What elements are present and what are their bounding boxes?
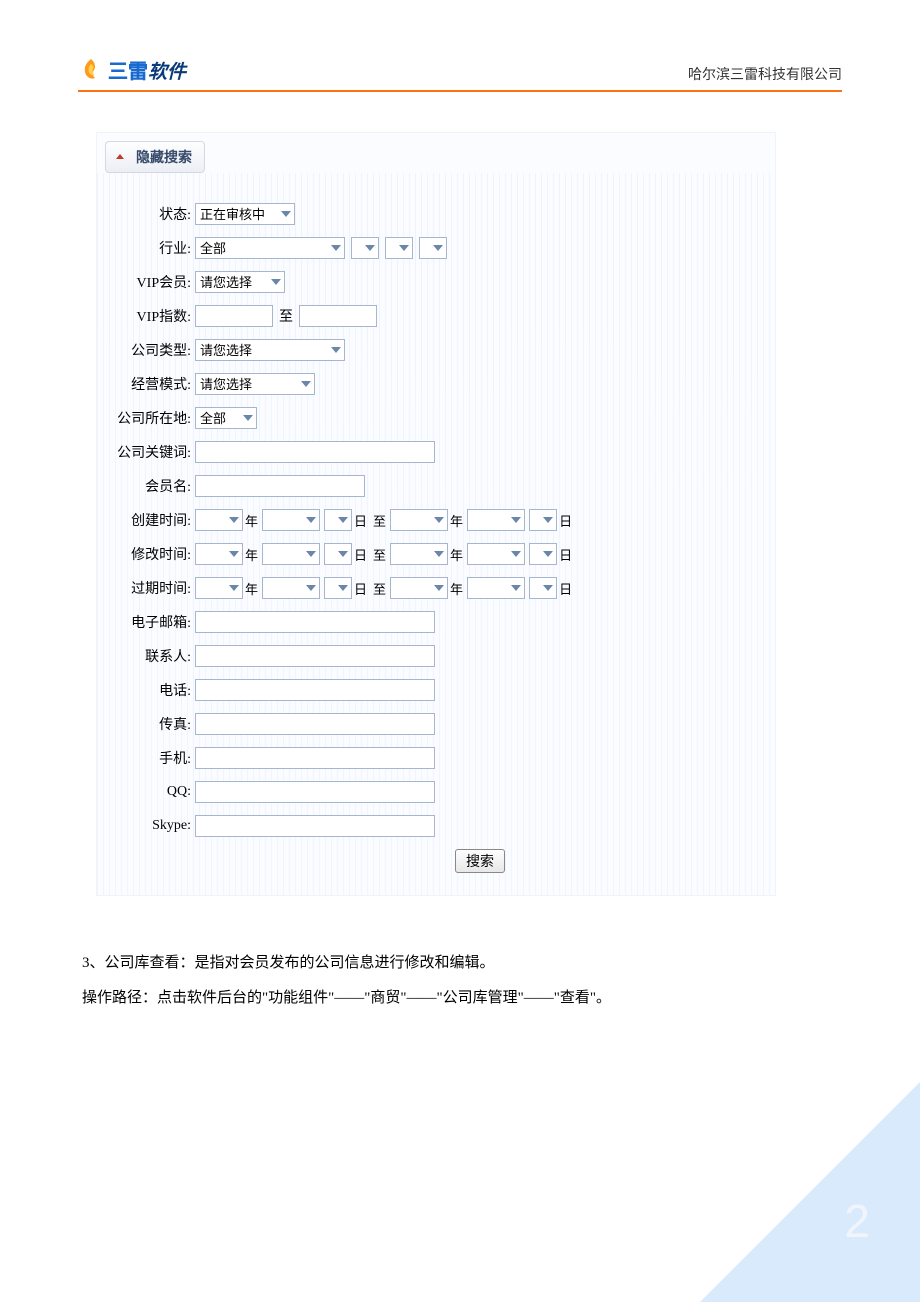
chevron-up-icon (114, 151, 126, 163)
qq-input[interactable] (195, 781, 435, 803)
row-company-kw: 公司关键词: (107, 441, 765, 463)
row-status: 状态: 正在审核中 (107, 203, 765, 225)
paragraph-1: 3、公司库查看：是指对会员发布的公司信息进行修改和编辑。 (82, 946, 842, 981)
phone-input[interactable] (195, 679, 435, 701)
biz-model-select[interactable]: 请您选择 (195, 373, 315, 395)
qq-label: QQ: (107, 784, 195, 800)
industry-select-2[interactable] (351, 237, 379, 259)
logo: 三雷软件 (78, 55, 186, 84)
row-expire-time: 过期时间: 年 日 至 年 日 (107, 577, 765, 599)
expire-from-year[interactable] (195, 577, 243, 599)
row-create-time: 创建时间: 年 日 至 年 日 (107, 509, 765, 531)
modify-from-month[interactable] (262, 543, 320, 565)
company-kw-label: 公司关键词: (107, 442, 195, 462)
vip-member-label: VIP会员: (107, 272, 195, 292)
row-industry: 行业: 全部 (107, 237, 765, 259)
create-time-label: 创建时间: (107, 510, 195, 530)
phone-label: 电话: (107, 680, 195, 700)
row-vip-index: VIP指数: 至 (107, 305, 765, 327)
industry-select-1[interactable]: 全部 (195, 237, 345, 259)
form-body: 状态: 正在审核中 行业: 全部 VIP会员: 请您选择 VIP指数: 至 (97, 173, 775, 895)
status-select[interactable]: 正在审核中 (195, 203, 295, 225)
email-input[interactable] (195, 611, 435, 633)
logo-text-main: 三雷软件 (108, 55, 186, 84)
company-name: 哈尔滨三雷科技有限公司 (688, 64, 842, 84)
row-phone: 电话: (107, 679, 765, 701)
status-label: 状态: (107, 204, 195, 224)
corner-triangle (700, 1082, 920, 1302)
mobile-input[interactable] (195, 747, 435, 769)
modify-to-day[interactable] (529, 543, 557, 565)
industry-select-4[interactable] (419, 237, 447, 259)
create-to-day[interactable] (529, 509, 557, 531)
create-to-month[interactable] (467, 509, 525, 531)
member-name-label: 会员名: (107, 476, 195, 496)
create-to-year[interactable] (390, 509, 448, 531)
modify-to-month[interactable] (467, 543, 525, 565)
member-name-input[interactable] (195, 475, 365, 497)
row-member-name: 会员名: (107, 475, 765, 497)
body-text: 3、公司库查看：是指对会员发布的公司信息进行修改和编辑。 操作路径：点击软件后台… (82, 946, 842, 1015)
create-from-month[interactable] (262, 509, 320, 531)
row-vip-member: VIP会员: 请您选择 (107, 271, 765, 293)
search-button[interactable]: 搜索 (455, 849, 505, 873)
row-biz-model: 经营模式: 请您选择 (107, 373, 765, 395)
fax-input[interactable] (195, 713, 435, 735)
panel-title: 隐藏搜索 (136, 147, 192, 167)
biz-model-label: 经营模式: (107, 374, 195, 394)
row-email: 电子邮箱: (107, 611, 765, 633)
company-kw-input[interactable] (195, 441, 435, 463)
flame-icon (78, 57, 104, 83)
modify-from-year[interactable] (195, 543, 243, 565)
company-loc-label: 公司所在地: (107, 408, 195, 428)
email-label: 电子邮箱: (107, 612, 195, 632)
expire-to-year[interactable] (390, 577, 448, 599)
expire-to-month[interactable] (467, 577, 525, 599)
company-type-select[interactable]: 请您选择 (195, 339, 345, 361)
industry-label: 行业: (107, 238, 195, 258)
hide-search-toggle[interactable]: 隐藏搜索 (105, 141, 205, 173)
row-modify-time: 修改时间: 年 日 至 年 日 (107, 543, 765, 565)
modify-time-label: 修改时间: (107, 544, 195, 564)
contact-label: 联系人: (107, 646, 195, 666)
page-number: 2 (844, 1194, 870, 1248)
vip-index-label: VIP指数: (107, 306, 195, 326)
row-mobile: 手机: (107, 747, 765, 769)
row-skype: Skype: (107, 815, 765, 837)
skype-input[interactable] (195, 815, 435, 837)
paragraph-2: 操作路径：点击软件后台的"功能组件"――"商贸"――"公司库管理"――"查看"。 (82, 981, 842, 1016)
expire-time-label: 过期时间: (107, 578, 195, 598)
row-company-loc: 公司所在地: 全部 (107, 407, 765, 429)
vip-index-to-input[interactable] (299, 305, 377, 327)
search-form-panel: 隐藏搜索 状态: 正在审核中 行业: 全部 VIP会员: 请您选择 VIP指数: (96, 132, 776, 896)
company-type-label: 公司类型: (107, 340, 195, 360)
vip-index-from[interactable] (195, 305, 273, 327)
expire-to-day[interactable] (529, 577, 557, 599)
row-submit: 搜索 (107, 849, 765, 873)
expire-from-day[interactable] (324, 577, 352, 599)
row-qq: QQ: (107, 781, 765, 803)
vip-index-to-label: 至 (279, 306, 293, 326)
expire-from-month[interactable] (262, 577, 320, 599)
row-company-type: 公司类型: 请您选择 (107, 339, 765, 361)
create-from-day[interactable] (324, 509, 352, 531)
page-header: 三雷软件 哈尔滨三雷科技有限公司 (78, 55, 842, 92)
company-loc-select[interactable]: 全部 (195, 407, 257, 429)
mobile-label: 手机: (107, 748, 195, 768)
create-from-year[interactable] (195, 509, 243, 531)
modify-to-year[interactable] (390, 543, 448, 565)
contact-input[interactable] (195, 645, 435, 667)
industry-select-3[interactable] (385, 237, 413, 259)
modify-from-day[interactable] (324, 543, 352, 565)
fax-label: 传真: (107, 714, 195, 734)
vip-member-select[interactable]: 请您选择 (195, 271, 285, 293)
row-contact: 联系人: (107, 645, 765, 667)
skype-label: Skype: (107, 818, 195, 834)
row-fax: 传真: (107, 713, 765, 735)
